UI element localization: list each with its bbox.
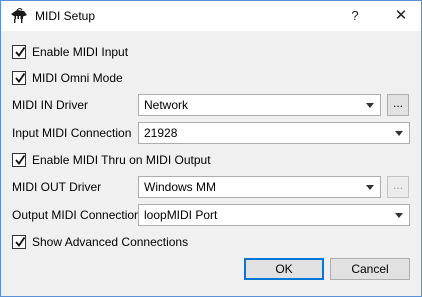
input-midi-connection-label: Input MIDI Connection — [12, 126, 132, 140]
cancel-button[interactable]: Cancel — [330, 258, 410, 280]
piano-icon — [10, 7, 28, 24]
window-title: MIDI Setup — [35, 9, 96, 23]
checkmark-icon — [15, 236, 26, 247]
midi-omni-mode-checkbox-row[interactable]: MIDI Omni Mode — [12, 71, 162, 87]
midi-in-driver-value: Network — [144, 98, 189, 112]
input-midi-connection-value: 21928 — [144, 126, 178, 140]
midi-out-driver-browse-button[interactable]: ... — [387, 176, 409, 198]
title-bar: MIDI Setup ? ✕ — [1, 1, 421, 31]
checkmark-icon — [15, 154, 26, 165]
chevron-down-icon — [366, 103, 374, 108]
help-button[interactable]: ? — [339, 1, 371, 31]
chevron-down-icon — [395, 213, 403, 218]
midi-out-driver-value: Windows MM — [144, 180, 217, 194]
input-midi-connection-select[interactable]: 21928 — [138, 122, 410, 144]
midi-out-driver-label: MIDI OUT Driver — [12, 180, 102, 194]
chevron-down-icon — [366, 185, 374, 190]
enable-midi-thru-checkbox[interactable] — [12, 153, 26, 167]
midi-in-driver-select[interactable]: Network — [138, 94, 381, 116]
midi-setup-dialog: MIDI Setup ? ✕ Enable MIDI Input MIDI Om… — [0, 0, 422, 297]
midi-omni-mode-label: MIDI Omni Mode — [32, 71, 123, 85]
ok-button[interactable]: OK — [244, 258, 324, 280]
enable-midi-input-checkbox[interactable] — [12, 45, 26, 59]
enable-midi-input-checkbox-row[interactable]: Enable MIDI Input — [12, 45, 162, 61]
show-advanced-label: Show Advanced Connections — [32, 235, 189, 249]
show-advanced-checkbox[interactable] — [12, 235, 26, 249]
enable-midi-thru-label: Enable MIDI Thru on MIDI Output — [32, 153, 211, 167]
show-advanced-checkbox-row[interactable]: Show Advanced Connections — [12, 235, 212, 251]
close-button[interactable]: ✕ — [385, 1, 417, 31]
enable-midi-thru-checkbox-row[interactable]: Enable MIDI Thru on MIDI Output — [12, 153, 242, 169]
chevron-down-icon — [395, 131, 403, 136]
enable-midi-input-label: Enable MIDI Input — [32, 45, 129, 59]
midi-out-driver-select[interactable]: Windows MM — [138, 176, 381, 198]
output-midi-connection-value: loopMIDI Port — [144, 208, 218, 222]
output-midi-connection-select[interactable]: loopMIDI Port — [138, 204, 410, 226]
checkmark-icon — [15, 46, 26, 57]
output-midi-connection-label: Output MIDI Connection — [12, 208, 141, 222]
midi-omni-mode-checkbox[interactable] — [12, 71, 26, 85]
midi-in-driver-browse-button[interactable]: ... — [387, 94, 409, 116]
midi-in-driver-label: MIDI IN Driver — [12, 98, 88, 112]
checkmark-icon — [15, 72, 26, 83]
